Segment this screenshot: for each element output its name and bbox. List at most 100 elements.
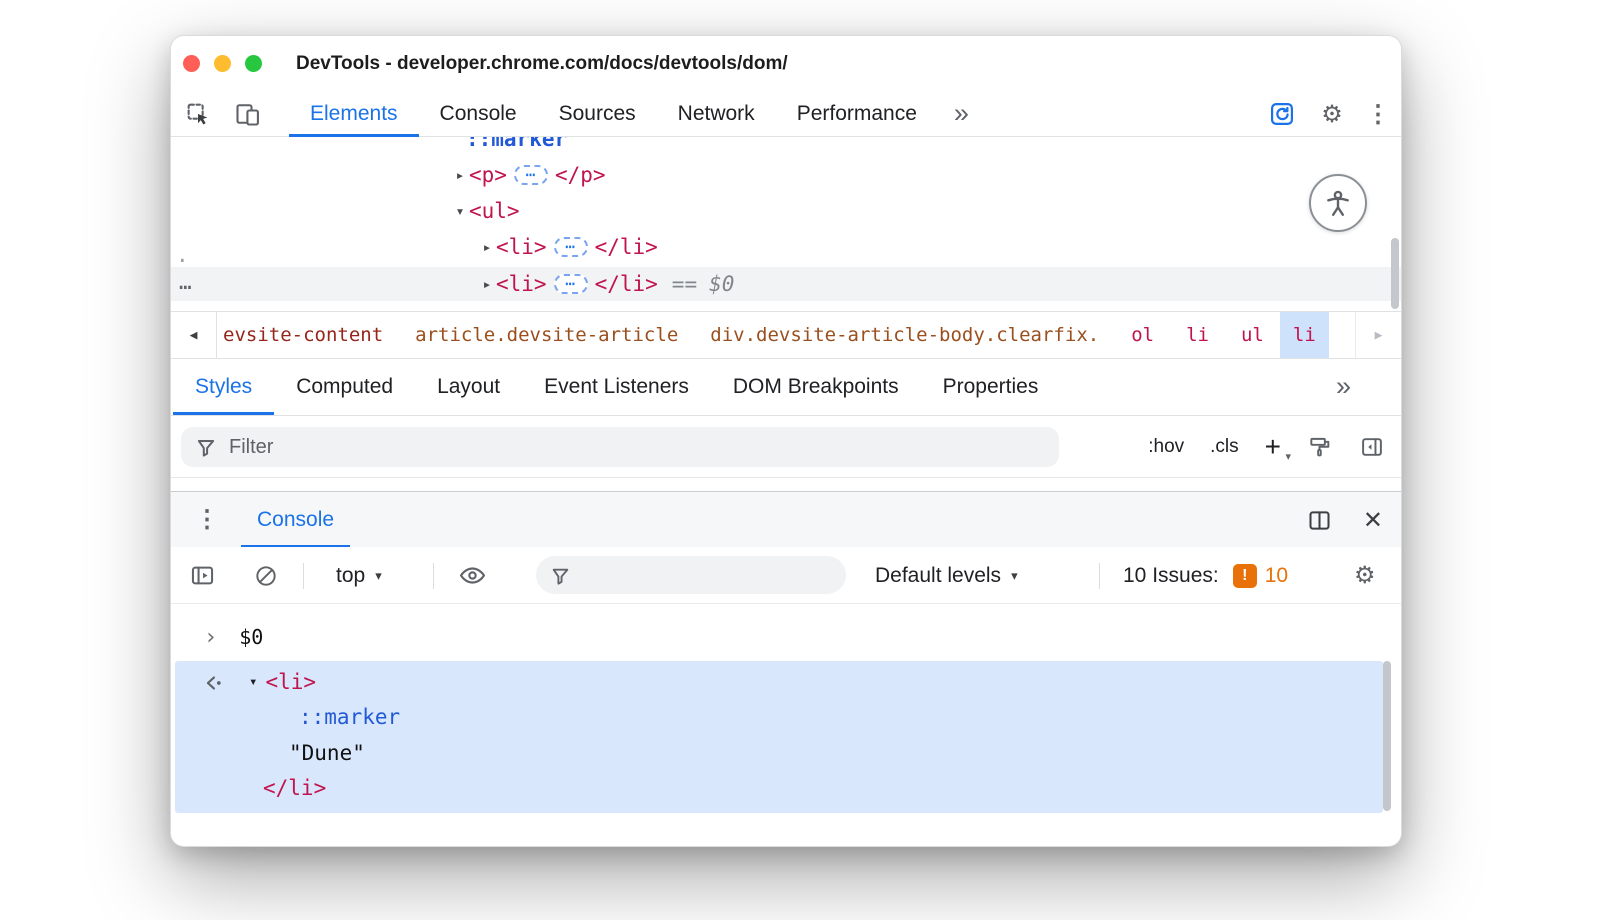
breadcrumb-item[interactable]: article.devsite-article xyxy=(399,312,694,358)
plus-icon: + xyxy=(1265,431,1281,462)
dollar-zero-hint: $0 xyxy=(709,272,734,296)
divider xyxy=(303,563,304,589)
new-style-rule-button[interactable]: + ▾ xyxy=(1265,433,1281,461)
close-drawer-icon[interactable]: ✕ xyxy=(1363,506,1383,535)
breadcrumb: ◀ evsite-content article.devsite-article… xyxy=(171,311,1401,359)
breadcrumb-item-selected[interactable]: li xyxy=(1280,312,1329,358)
tab-console[interactable]: Console xyxy=(419,91,538,137)
tab-computed[interactable]: Computed xyxy=(274,359,415,415)
breadcrumb-item[interactable]: li xyxy=(1170,312,1225,358)
minimize-window-button[interactable] xyxy=(214,55,231,72)
more-tabs-icon[interactable]: » xyxy=(1320,359,1367,413)
breadcrumb-items: evsite-content article.devsite-article d… xyxy=(217,312,1329,358)
tab-properties[interactable]: Properties xyxy=(921,359,1061,415)
inspect-element-icon[interactable] xyxy=(181,91,215,137)
li-open-tag: <li> xyxy=(496,272,547,296)
console-sidebar-toggle-icon[interactable] xyxy=(189,547,216,604)
context-selector[interactable]: top ▾ xyxy=(336,547,382,604)
selected-dom-row[interactable]: … ▸ <li> ⋯ </li> == $0 xyxy=(171,267,1401,301)
tab-network[interactable]: Network xyxy=(657,91,776,137)
issues-counter[interactable]: 10 Issues: ! 10 xyxy=(1123,547,1288,604)
tab-dom-breakpoints[interactable]: DOM Breakpoints xyxy=(711,359,921,415)
caret-down-icon: ▾ xyxy=(375,568,382,584)
li-close-tag: </li> xyxy=(263,776,326,800)
kebab-menu-icon[interactable]: ⋮ xyxy=(1363,91,1393,137)
more-tabs-icon[interactable]: » xyxy=(938,91,985,137)
li-close-tag: </li> xyxy=(595,235,658,259)
tab-layout[interactable]: Layout xyxy=(415,359,522,415)
console-result-selected[interactable]: ▾ <li> ::marker "Dune" </li> xyxy=(175,661,1383,813)
console-filter-field[interactable] xyxy=(536,556,846,594)
li-open-tag: <li> xyxy=(265,670,316,694)
issues-label: 10 Issues: xyxy=(1123,564,1219,588)
drawer-tab-console[interactable]: Console xyxy=(241,492,350,548)
console-filter-input[interactable] xyxy=(581,564,832,586)
breadcrumb-scroll-right-icon[interactable]: ▶ xyxy=(1355,312,1401,358)
zoom-window-button[interactable] xyxy=(245,55,262,72)
clear-console-icon[interactable] xyxy=(253,547,279,604)
ul-open-tag: <ul> xyxy=(469,199,520,223)
devtools-toolbar: Elements Console Sources Network Perform… xyxy=(171,91,1401,137)
marker-pseudo-element: ::marker xyxy=(466,137,567,151)
rendering-emulation-icon[interactable] xyxy=(1307,434,1333,460)
drawer-kebab-menu-icon[interactable]: ⋮ xyxy=(195,492,219,548)
disclosure-right-icon[interactable]: ▸ xyxy=(478,238,496,256)
live-expression-eye-icon[interactable] xyxy=(458,547,487,604)
result-text-row: "Dune" xyxy=(289,737,365,769)
console-evaluated-line[interactable]: › $0 xyxy=(171,622,263,652)
console-output: › $0 ▾ <li> ::marker "Dune" xyxy=(171,604,1401,847)
tab-performance[interactable]: Performance xyxy=(776,91,938,137)
devtools-window: DevTools - developer.chrome.com/docs/dev… xyxy=(170,35,1402,847)
inline-expand-button[interactable]: ⋯ xyxy=(514,165,548,185)
console-scrollbar-thumb[interactable] xyxy=(1383,661,1391,811)
dom-tree-panel: ::marker ▸ <p> ⋯ </p> ▾ <ul> ▸ <li> ⋯ </… xyxy=(171,137,1401,311)
window-controls xyxy=(183,55,262,72)
breadcrumb-item[interactable]: evsite-content xyxy=(217,312,399,358)
title-bar: DevTools - developer.chrome.com/docs/dev… xyxy=(171,36,1401,91)
tab-event-listeners[interactable]: Event Listeners xyxy=(522,359,711,415)
dom-row-li-1[interactable]: ▸ <li> ⋯ </li> xyxy=(478,231,658,263)
close-window-button[interactable] xyxy=(183,55,200,72)
issues-badge-icon: ! xyxy=(1233,564,1257,588)
disclosure-down-icon[interactable]: ▾ xyxy=(249,674,257,690)
gutter-ellipsis: … xyxy=(179,267,193,301)
accessibility-icon[interactable] xyxy=(1309,174,1367,232)
dock-sidebar-icon[interactable] xyxy=(1359,434,1385,460)
disclosure-right-icon[interactable]: ▸ xyxy=(451,166,469,184)
dom-row-p[interactable]: ▸ <p> ⋯ </p> xyxy=(451,159,606,191)
tab-styles[interactable]: Styles xyxy=(173,359,274,415)
disclosure-right-icon[interactable]: ▸ xyxy=(478,275,496,293)
tab-sources[interactable]: Sources xyxy=(538,91,657,137)
returned-value-icon xyxy=(203,673,227,693)
dom-row-li-2[interactable]: ▸ <li> ⋯ </li> == $0 xyxy=(478,268,734,300)
toggle-hover-state-button[interactable]: :hov xyxy=(1148,436,1184,458)
styles-filter-field[interactable] xyxy=(181,427,1059,467)
disclosure-down-icon[interactable]: ▾ xyxy=(451,202,469,220)
mini-caret-icon: ▾ xyxy=(1285,452,1291,463)
breadcrumb-item[interactable]: div.devsite-article-body.clearfix. xyxy=(694,312,1115,358)
li-open-tag: <li> xyxy=(496,235,547,259)
filter-funnel-icon xyxy=(195,436,217,458)
context-selector-label: top xyxy=(336,564,365,588)
sync-icon[interactable] xyxy=(1265,91,1299,137)
inline-expand-button[interactable]: ⋯ xyxy=(554,237,588,257)
dom-row-marker-clipped[interactable]: ::marker xyxy=(466,137,567,155)
tab-elements[interactable]: Elements xyxy=(289,91,419,137)
gutter-dot: . xyxy=(176,243,189,267)
styles-sidebar-tabs: Styles Computed Layout Event Listeners D… xyxy=(171,359,1401,416)
dom-row-ul[interactable]: ▾ <ul> xyxy=(451,195,520,227)
inline-expand-button[interactable]: ⋯ xyxy=(554,274,588,294)
dom-scrollbar-thumb[interactable] xyxy=(1391,238,1399,309)
breadcrumb-scroll-left-icon[interactable]: ◀ xyxy=(171,312,217,358)
result-li-open-row: ▾ <li> xyxy=(249,666,316,698)
breadcrumb-item[interactable]: ol xyxy=(1115,312,1170,358)
result-li-close-row: </li> xyxy=(263,772,326,804)
device-toolbar-icon[interactable] xyxy=(231,91,265,137)
settings-gear-icon[interactable]: ⚙ xyxy=(1315,91,1349,137)
split-panel-icon[interactable] xyxy=(1306,507,1333,534)
console-settings-gear-icon[interactable]: ⚙ xyxy=(1354,547,1376,604)
toggle-class-button[interactable]: .cls xyxy=(1210,436,1239,458)
styles-filter-input[interactable] xyxy=(229,436,1045,459)
breadcrumb-item[interactable]: ul xyxy=(1225,312,1280,358)
log-levels-selector[interactable]: Default levels ▾ xyxy=(875,547,1018,604)
